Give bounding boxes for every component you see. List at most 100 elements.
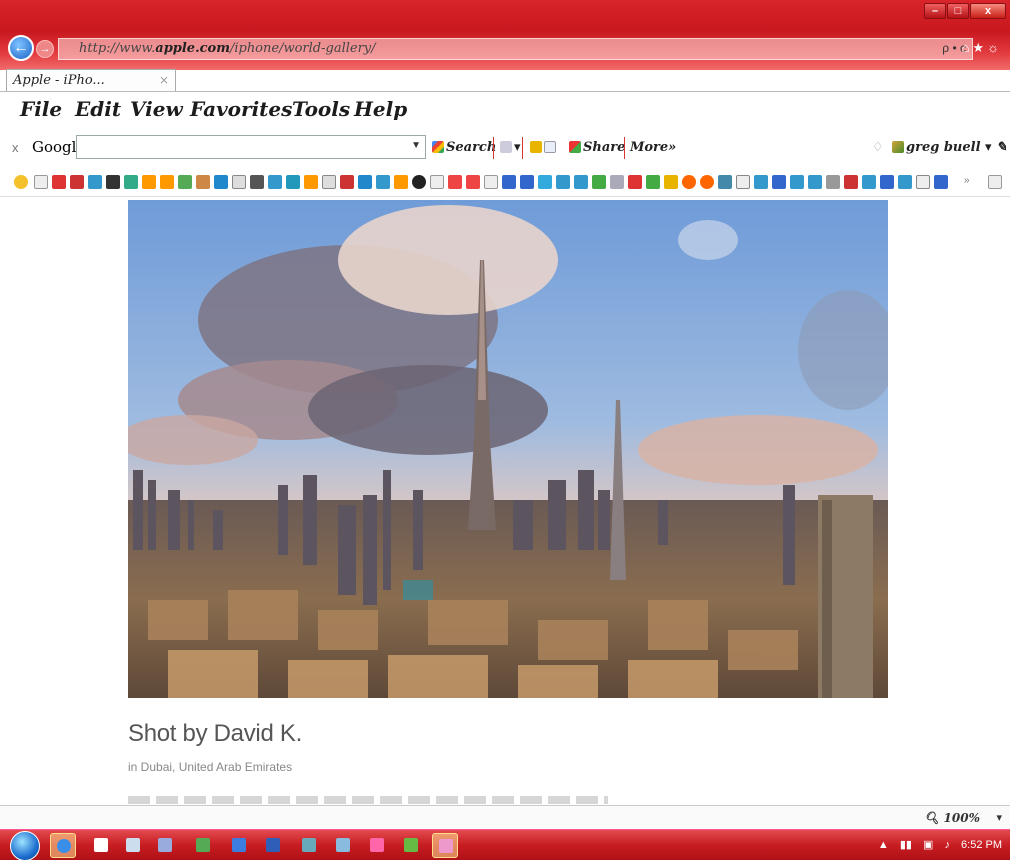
fav-site-icon[interactable] <box>70 175 84 189</box>
fav-site-icon[interactable] <box>52 175 66 189</box>
back-button[interactable]: ← <box>8 35 34 61</box>
taskbar-app[interactable] <box>330 833 356 858</box>
fav-site-icon[interactable] <box>538 175 552 189</box>
tab-close-icon[interactable]: × <box>159 73 169 87</box>
gallery-photo[interactable] <box>128 200 888 698</box>
fav-site-icon[interactable] <box>214 175 228 189</box>
fav-site-icon[interactable] <box>754 175 768 189</box>
home-icon[interactable]: ⌂ <box>962 40 973 55</box>
taskbar-app[interactable] <box>296 833 322 858</box>
maximize-button[interactable]: □ <box>947 3 969 19</box>
page-menu-icon[interactable] <box>988 175 1002 189</box>
fav-site-icon[interactable] <box>700 175 714 189</box>
dropdown-arrow-icon[interactable]: ▼ <box>411 140 421 151</box>
taskbar-app[interactable] <box>120 833 146 858</box>
fav-site-icon[interactable] <box>772 175 786 189</box>
fav-site-icon[interactable] <box>34 175 48 189</box>
toolbar-close-icon[interactable]: x <box>12 140 19 155</box>
fav-site-icon[interactable] <box>556 175 570 189</box>
gear-icon[interactable]: ☼ <box>987 40 1002 55</box>
start-button[interactable] <box>10 831 40 860</box>
fav-site-icon[interactable] <box>394 175 408 189</box>
menu-tools[interactable]: Tools <box>292 97 350 121</box>
menu-file[interactable]: File <box>20 97 62 121</box>
fav-site-icon[interactable] <box>106 175 120 189</box>
taskbar-app[interactable] <box>88 833 114 858</box>
share-button[interactable]: Share <box>569 140 625 155</box>
fav-site-icon[interactable] <box>286 175 300 189</box>
close-window-button[interactable]: x <box>970 3 1006 19</box>
forward-button[interactable]: → <box>36 40 54 58</box>
zoom-dropdown-icon[interactable]: ▾ <box>996 811 1002 824</box>
zoom-level[interactable]: 🔍︎ 100% <box>924 811 980 825</box>
fav-site-icon[interactable] <box>862 175 876 189</box>
fav-site-icon[interactable] <box>430 175 444 189</box>
page-options-button[interactable]: ▾ <box>500 140 521 155</box>
more-button[interactable]: More» <box>630 140 676 155</box>
minimize-button[interactable]: – <box>924 3 946 19</box>
fav-site-icon[interactable] <box>502 175 516 189</box>
menu-view[interactable]: View <box>130 97 183 121</box>
clock[interactable]: 6:52 PM <box>961 839 1002 851</box>
taskbar-ie[interactable] <box>50 833 76 858</box>
fav-site-icon[interactable] <box>646 175 660 189</box>
fav-site-icon[interactable] <box>268 175 282 189</box>
taskbar-app-active[interactable] <box>432 833 458 858</box>
favorites-star-icon[interactable]: ★ <box>972 40 987 55</box>
fav-site-icon[interactable] <box>196 175 210 189</box>
favorites-star-icon[interactable] <box>14 175 28 189</box>
tray-arrow-icon[interactable]: ▲ <box>878 839 889 851</box>
fav-site-icon[interactable] <box>322 175 336 189</box>
fav-site-icon[interactable] <box>178 175 192 189</box>
fav-site-icon[interactable] <box>484 175 498 189</box>
menu-favorites[interactable]: Favorites <box>190 97 292 121</box>
fav-site-icon[interactable] <box>250 175 264 189</box>
google-search-input[interactable]: ▼ <box>76 135 426 159</box>
chevron-more-icon[interactable]: » <box>964 175 978 189</box>
fav-site-icon[interactable] <box>592 175 606 189</box>
fav-site-icon[interactable] <box>790 175 804 189</box>
fav-site-icon[interactable] <box>412 175 426 189</box>
google-search-button[interactable]: Search ▾ <box>432 140 507 155</box>
fav-site-icon[interactable] <box>520 175 534 189</box>
taskbar-app[interactable] <box>152 833 178 858</box>
network-icon[interactable]: ▣ <box>923 839 933 851</box>
fav-site-icon[interactable] <box>376 175 390 189</box>
taskbar-app[interactable] <box>226 833 252 858</box>
browser-tab[interactable]: Apple - iPho... × <box>6 69 176 92</box>
fav-site-icon[interactable] <box>466 175 480 189</box>
address-url[interactable]: http://www.apple.com/iphone/world-galler… <box>79 41 376 56</box>
fav-site-icon[interactable] <box>934 175 948 189</box>
fav-site-icon[interactable] <box>628 175 642 189</box>
fav-site-icon[interactable] <box>448 175 462 189</box>
taskbar-word[interactable] <box>260 833 286 858</box>
fav-site-icon[interactable] <box>358 175 372 189</box>
fav-site-icon[interactable] <box>610 175 624 189</box>
fav-site-icon[interactable] <box>880 175 894 189</box>
bookmark-mail-icons[interactable] <box>530 140 558 155</box>
signal-icon[interactable]: ▮▮ <box>900 839 912 851</box>
fav-site-icon[interactable] <box>898 175 912 189</box>
fav-site-icon[interactable] <box>124 175 138 189</box>
fav-site-icon[interactable] <box>682 175 696 189</box>
address-bar[interactable]: http://www.apple.com/iphone/world-galler… <box>58 38 973 60</box>
taskbar-app[interactable] <box>398 833 424 858</box>
home-favorites-icons[interactable]: ⌂★☼ <box>962 40 1002 56</box>
fav-site-icon[interactable] <box>826 175 840 189</box>
taskbar-app[interactable] <box>364 833 390 858</box>
fav-site-icon[interactable] <box>808 175 822 189</box>
fav-site-icon[interactable] <box>736 175 750 189</box>
taskbar-app[interactable] <box>190 833 216 858</box>
menu-edit[interactable]: Edit <box>75 97 121 121</box>
volume-icon[interactable]: ♪ <box>944 839 950 851</box>
fav-site-icon[interactable] <box>718 175 732 189</box>
bell-icon[interactable]: ♢ <box>872 140 884 155</box>
fav-site-icon[interactable] <box>232 175 246 189</box>
fav-site-icon[interactable] <box>574 175 588 189</box>
fav-site-icon[interactable] <box>340 175 354 189</box>
fav-site-icon[interactable] <box>304 175 318 189</box>
fav-site-icon[interactable] <box>916 175 930 189</box>
menu-help[interactable]: Help <box>354 97 407 121</box>
fav-site-icon[interactable] <box>142 175 156 189</box>
fav-site-icon[interactable] <box>88 175 102 189</box>
